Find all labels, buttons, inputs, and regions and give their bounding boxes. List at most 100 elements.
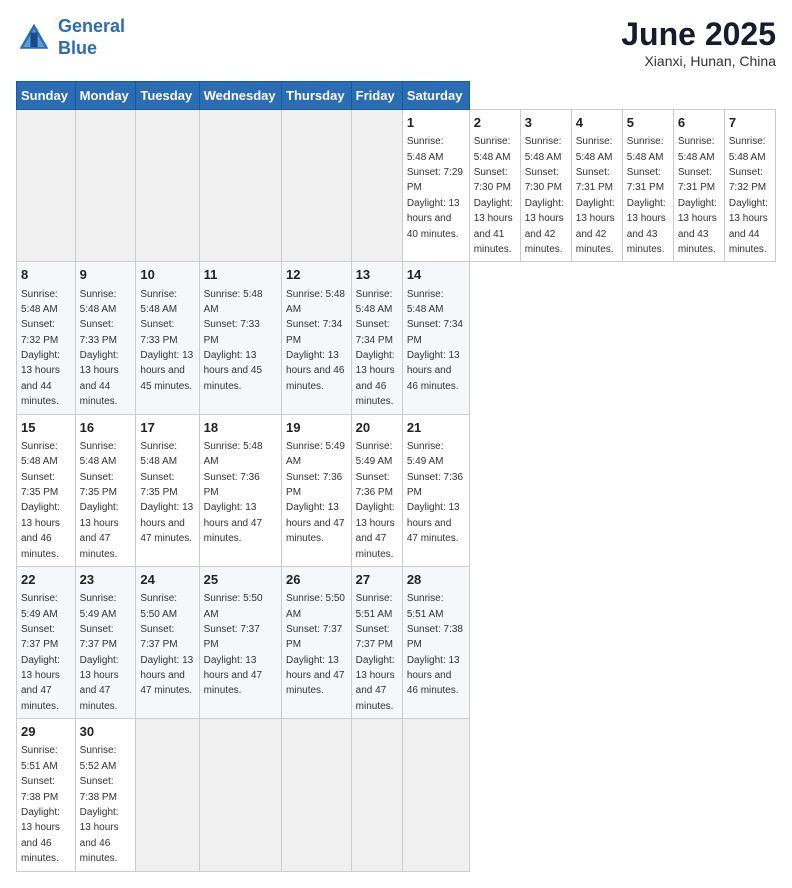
day-header-friday: Friday [351, 82, 402, 110]
cell-info: Sunrise: 5:48 AMSunset: 7:32 PMDaylight:… [729, 136, 768, 255]
calendar-body: 1 Sunrise: 5:48 AMSunset: 7:29 PMDayligh… [17, 110, 776, 872]
day-number: 29 [21, 723, 71, 741]
day-number: 12 [286, 266, 347, 284]
calendar-cell [282, 110, 352, 262]
cell-info: Sunrise: 5:48 AMSunset: 7:34 PMDaylight:… [286, 289, 345, 392]
day-number: 20 [356, 419, 398, 437]
title-block: June 2025 Xianxi, Hunan, China [621, 16, 776, 69]
cell-info: Sunrise: 5:48 AMSunset: 7:31 PMDaylight:… [678, 136, 717, 255]
cell-info: Sunrise: 5:51 AMSunset: 7:38 PMDaylight:… [21, 745, 60, 864]
cell-info: Sunrise: 5:48 AMSunset: 7:33 PMDaylight:… [80, 289, 119, 408]
cell-info: Sunrise: 5:48 AMSunset: 7:30 PMDaylight:… [525, 136, 564, 255]
calendar-cell: 23 Sunrise: 5:49 AMSunset: 7:37 PMDaylig… [75, 566, 136, 718]
day-number: 17 [140, 419, 194, 437]
cell-info: Sunrise: 5:48 AMSunset: 7:32 PMDaylight:… [21, 289, 60, 408]
calendar-cell: 6 Sunrise: 5:48 AMSunset: 7:31 PMDayligh… [673, 110, 724, 262]
cell-info: Sunrise: 5:48 AMSunset: 7:35 PMDaylight:… [80, 441, 119, 560]
calendar-cell: 13 Sunrise: 5:48 AMSunset: 7:34 PMDaylig… [351, 262, 402, 414]
calendar-cell: 30 Sunrise: 5:52 AMSunset: 7:38 PMDaylig… [75, 719, 136, 871]
day-number: 23 [80, 571, 132, 589]
cell-info: Sunrise: 5:48 AMSunset: 7:31 PMDaylight:… [576, 136, 615, 255]
calendar-cell: 8 Sunrise: 5:48 AMSunset: 7:32 PMDayligh… [17, 262, 76, 414]
calendar-cell: 22 Sunrise: 5:49 AMSunset: 7:37 PMDaylig… [17, 566, 76, 718]
calendar-cell: 29 Sunrise: 5:51 AMSunset: 7:38 PMDaylig… [17, 719, 76, 871]
calendar-cell: 1 Sunrise: 5:48 AMSunset: 7:29 PMDayligh… [402, 110, 469, 262]
logo-line2: Blue [58, 38, 97, 58]
day-number: 26 [286, 571, 347, 589]
calendar-week-3: 15 Sunrise: 5:48 AMSunset: 7:35 PMDaylig… [17, 414, 776, 566]
logo: General Blue [16, 16, 125, 59]
day-number: 14 [407, 266, 465, 284]
day-number: 21 [407, 419, 465, 437]
day-number: 16 [80, 419, 132, 437]
day-number: 1 [407, 114, 465, 132]
calendar-cell [199, 110, 281, 262]
calendar-cell: 7 Sunrise: 5:48 AMSunset: 7:32 PMDayligh… [724, 110, 775, 262]
day-number: 9 [80, 266, 132, 284]
calendar-cell [136, 719, 199, 871]
calendar-cell: 5 Sunrise: 5:48 AMSunset: 7:31 PMDayligh… [622, 110, 673, 262]
day-number: 6 [678, 114, 720, 132]
calendar-cell: 27 Sunrise: 5:51 AMSunset: 7:37 PMDaylig… [351, 566, 402, 718]
calendar-cell: 9 Sunrise: 5:48 AMSunset: 7:33 PMDayligh… [75, 262, 136, 414]
day-number: 18 [204, 419, 277, 437]
day-number: 30 [80, 723, 132, 741]
day-number: 27 [356, 571, 398, 589]
calendar-cell: 18 Sunrise: 5:48 AMSunset: 7:36 PMDaylig… [199, 414, 281, 566]
day-number: 19 [286, 419, 347, 437]
calendar-cell: 28 Sunrise: 5:51 AMSunset: 7:38 PMDaylig… [402, 566, 469, 718]
cell-info: Sunrise: 5:48 AMSunset: 7:36 PMDaylight:… [204, 441, 263, 544]
day-header-wednesday: Wednesday [199, 82, 281, 110]
calendar-cell: 14 Sunrise: 5:48 AMSunset: 7:34 PMDaylig… [402, 262, 469, 414]
calendar-cell: 20 Sunrise: 5:49 AMSunset: 7:36 PMDaylig… [351, 414, 402, 566]
cell-info: Sunrise: 5:49 AMSunset: 7:37 PMDaylight:… [80, 593, 119, 712]
calendar-cell: 17 Sunrise: 5:48 AMSunset: 7:35 PMDaylig… [136, 414, 199, 566]
calendar-table: SundayMondayTuesdayWednesdayThursdayFrid… [16, 81, 776, 872]
calendar-cell [351, 719, 402, 871]
cell-info: Sunrise: 5:48 AMSunset: 7:33 PMDaylight:… [140, 289, 193, 392]
day-header-sunday: Sunday [17, 82, 76, 110]
cell-info: Sunrise: 5:48 AMSunset: 7:35 PMDaylight:… [21, 441, 60, 560]
location: Xianxi, Hunan, China [621, 53, 776, 69]
day-number: 4 [576, 114, 618, 132]
cell-info: Sunrise: 5:49 AMSunset: 7:36 PMDaylight:… [407, 441, 463, 544]
calendar-cell [199, 719, 281, 871]
day-number: 13 [356, 266, 398, 284]
cell-info: Sunrise: 5:52 AMSunset: 7:38 PMDaylight:… [80, 745, 119, 864]
cell-info: Sunrise: 5:48 AMSunset: 7:30 PMDaylight:… [474, 136, 513, 255]
day-number: 2 [474, 114, 516, 132]
calendar-cell: 24 Sunrise: 5:50 AMSunset: 7:37 PMDaylig… [136, 566, 199, 718]
cell-info: Sunrise: 5:50 AMSunset: 7:37 PMDaylight:… [140, 593, 193, 696]
logo-line1: General [58, 16, 125, 36]
calendar-cell: 16 Sunrise: 5:48 AMSunset: 7:35 PMDaylig… [75, 414, 136, 566]
day-number: 22 [21, 571, 71, 589]
cell-info: Sunrise: 5:49 AMSunset: 7:36 PMDaylight:… [356, 441, 395, 560]
cell-info: Sunrise: 5:51 AMSunset: 7:38 PMDaylight:… [407, 593, 463, 696]
cell-info: Sunrise: 5:48 AMSunset: 7:34 PMDaylight:… [407, 289, 463, 392]
calendar-cell: 15 Sunrise: 5:48 AMSunset: 7:35 PMDaylig… [17, 414, 76, 566]
cell-info: Sunrise: 5:50 AMSunset: 7:37 PMDaylight:… [204, 593, 263, 696]
calendar-week-4: 22 Sunrise: 5:49 AMSunset: 7:37 PMDaylig… [17, 566, 776, 718]
page-header: General Blue June 2025 Xianxi, Hunan, Ch… [16, 16, 776, 69]
day-number: 25 [204, 571, 277, 589]
day-number: 5 [627, 114, 669, 132]
cell-info: Sunrise: 5:48 AMSunset: 7:29 PMDaylight:… [407, 136, 463, 239]
calendar-cell [17, 110, 76, 262]
calendar-cell: 4 Sunrise: 5:48 AMSunset: 7:31 PMDayligh… [571, 110, 622, 262]
day-number: 7 [729, 114, 771, 132]
day-header-tuesday: Tuesday [136, 82, 199, 110]
calendar-cell: 2 Sunrise: 5:48 AMSunset: 7:30 PMDayligh… [469, 110, 520, 262]
calendar-header: SundayMondayTuesdayWednesdayThursdayFrid… [17, 82, 776, 110]
day-number: 3 [525, 114, 567, 132]
calendar-cell: 12 Sunrise: 5:48 AMSunset: 7:34 PMDaylig… [282, 262, 352, 414]
cell-info: Sunrise: 5:48 AMSunset: 7:34 PMDaylight:… [356, 289, 395, 408]
calendar-cell [282, 719, 352, 871]
calendar-cell: 11 Sunrise: 5:48 AMSunset: 7:33 PMDaylig… [199, 262, 281, 414]
day-header-thursday: Thursday [282, 82, 352, 110]
calendar-cell: 25 Sunrise: 5:50 AMSunset: 7:37 PMDaylig… [199, 566, 281, 718]
calendar-week-5: 29 Sunrise: 5:51 AMSunset: 7:38 PMDaylig… [17, 719, 776, 871]
cell-info: Sunrise: 5:50 AMSunset: 7:37 PMDaylight:… [286, 593, 345, 696]
cell-info: Sunrise: 5:49 AMSunset: 7:36 PMDaylight:… [286, 441, 345, 544]
cell-info: Sunrise: 5:49 AMSunset: 7:37 PMDaylight:… [21, 593, 60, 712]
day-number: 10 [140, 266, 194, 284]
